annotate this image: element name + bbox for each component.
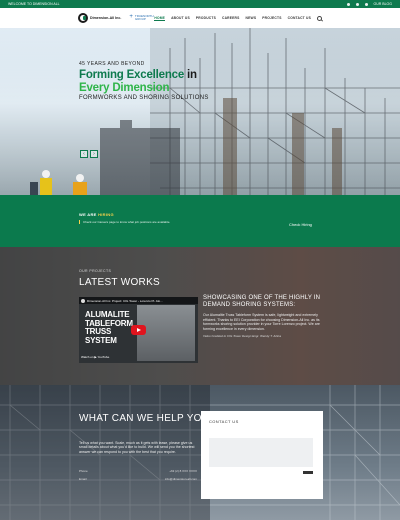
partner-sub: GROUP [134,17,146,21]
nav-home[interactable]: HOME [154,16,166,21]
check-hiring-button[interactable]: Check Hiring [289,222,312,227]
contact-form-card: CONTACT US [201,411,323,499]
video-caption: ALUMALITE TABLEFORM TRUSS SYSTEM [85,310,133,345]
main-nav: HOME ABOUT US PRODUCTS CAREERS NEWS PROJ… [154,15,322,21]
works-eyebrow: OUR PROJECTS [79,269,112,273]
search-icon[interactable] [317,15,322,21]
hero-eyebrow: 45 YEARS AND BEYOND [79,61,145,67]
partner-logo: + TRUENORTH GROUP [129,14,153,22]
submit-button[interactable] [303,471,313,474]
hiring-title: WE ARE HIRING [79,212,114,217]
headline-part-2: in [184,69,197,81]
channel-avatar-icon [81,298,85,303]
play-icon[interactable] [131,325,146,335]
help-contact-row-2: Email info@dimension-all.com [79,477,197,481]
video-header: Dimension-All Inc. Project: CIG Tower - … [79,297,198,304]
linkedin-icon[interactable] [364,2,368,6]
logo-name: Dimension-All Inc. [90,16,122,20]
works-heading: SHOWCASING ONE OF THE HIGHLY IN DEMAND S… [203,295,321,308]
welcome-text: WELCOME TO DIMENSION ALL [8,2,60,6]
email-value[interactable]: info@dimension-all.com [165,477,197,481]
works-caption: Video Credited to CIG Tower Design Engr.… [203,334,281,339]
instagram-icon[interactable] [355,2,359,6]
hiring-section: WE ARE HIRING Check our Careers page to … [0,195,400,247]
blog-link[interactable]: OUR BLOG [374,2,392,6]
hero-banner: 45 YEARS AND BEYOND Forming Excellence i… [0,28,400,195]
works-body: Our Alumalite Truss Tableform System is … [203,313,320,331]
hero-content: 45 YEARS AND BEYOND Forming Excellence i… [79,61,279,101]
email-label: Email [79,477,87,481]
hiring-title-part-2: HIRING [98,212,114,217]
help-section: WHAT CAN WE HELP YOU BUILD? Tell us what… [0,385,400,520]
nav-contact[interactable]: CONTACT US [288,16,311,20]
slider-next-button[interactable]: › [90,150,98,158]
help-contact-row-1: Phone +63 (2) 8 XXX XXXX [79,469,197,473]
watch-on-youtube-link[interactable]: Watch on ▶ YouTube [81,355,109,359]
nav-about[interactable]: ABOUT US [171,16,190,20]
hiring-text: Check our Careers page to know what job … [79,220,170,224]
youtube-video-embed[interactable]: Dimension-All Inc. Project: CIG Tower - … [79,297,198,363]
logo[interactable]: Dimension-All Inc. [78,13,121,23]
top-bar-right: OUR BLOG [346,2,392,6]
contact-form-title: CONTACT US [209,419,239,424]
site-header: Dimension-All Inc. + TRUENORTH GROUP HOM… [0,8,400,28]
hero-tagline: FORMWORKS AND SHORING SOLUTIONS [79,95,209,101]
phone-label: Phone [79,469,88,473]
logo-mark-icon [78,13,88,23]
hiring-title-part-1: WE ARE [79,212,99,217]
works-title: LATEST WORKS [79,277,161,288]
latest-works-section: OUR PROJECTS LATEST WORKS Dimension-All … [0,247,400,385]
help-text: Tell us what you want. Scale, much as it… [79,441,195,454]
nav-careers[interactable]: CAREERS [222,16,240,20]
nav-news[interactable]: NEWS [246,16,257,20]
works-description: SHOWCASING ONE OF THE HIGHLY IN DEMAND S… [203,295,323,338]
headline-part-1: Forming Excellence [79,69,185,81]
headline-part-3: Every Dimension [79,81,170,94]
top-bar: WELCOME TO DIMENSION ALL OUR BLOG [0,0,400,8]
slider-arrows: ‹ › [80,150,98,158]
slider-prev-button[interactable]: ‹ [80,150,88,158]
nav-projects[interactable]: PROJECTS [262,16,281,20]
message-textarea[interactable] [209,438,313,467]
facebook-icon[interactable] [346,2,350,6]
plus-icon: + [129,14,133,21]
phone-value[interactable]: +63 (2) 8 XXX XXXX [169,469,197,473]
video-title[interactable]: Dimension-All Inc. Project: CIG Tower - … [87,299,163,303]
scaffolding-photo [30,28,400,195]
nav-products[interactable]: PRODUCTS [196,16,216,20]
hero-headline: Forming Excellence in Every Dimension [79,69,279,94]
